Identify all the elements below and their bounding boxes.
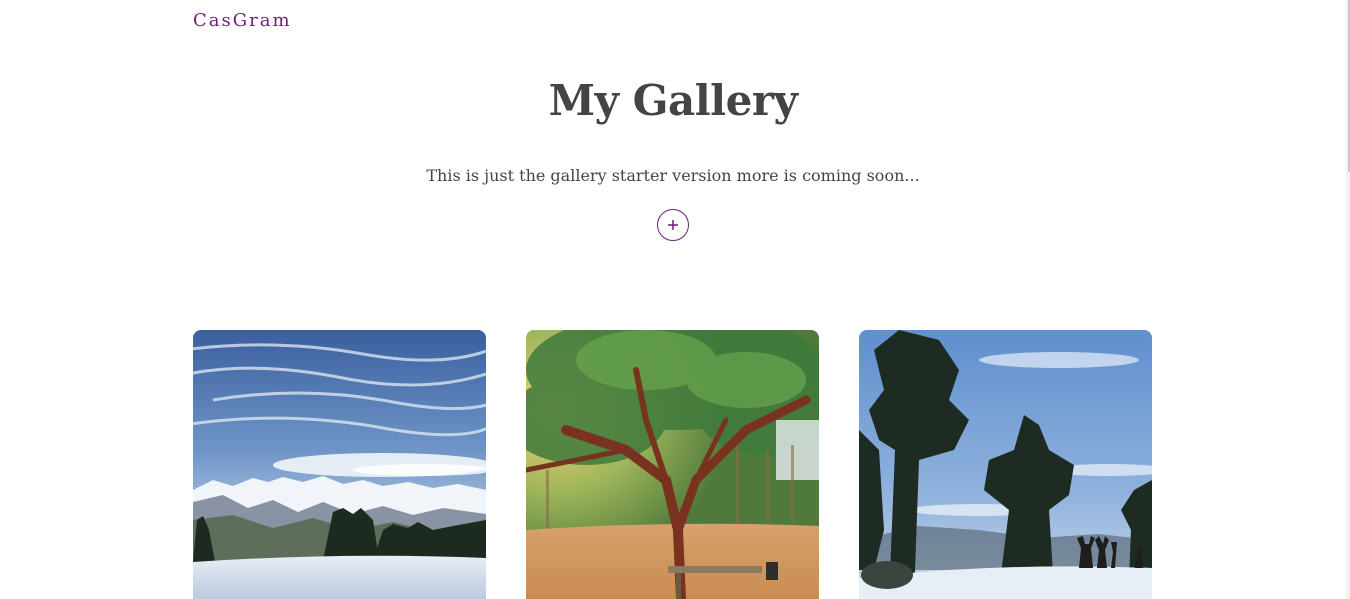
gallery-photo-snowy-trees[interactable] bbox=[859, 330, 1152, 599]
gallery-photo-mountains[interactable] bbox=[193, 330, 486, 599]
scrollbar[interactable] bbox=[1346, 0, 1350, 599]
brand-logo[interactable]: CasGram bbox=[193, 10, 292, 31]
plus-icon bbox=[666, 218, 680, 232]
gallery-photo-tree[interactable] bbox=[526, 330, 819, 599]
page-title: My Gallery bbox=[548, 76, 798, 125]
add-photo-button[interactable] bbox=[657, 209, 689, 241]
page-subtitle: This is just the gallery starter version… bbox=[426, 166, 920, 185]
